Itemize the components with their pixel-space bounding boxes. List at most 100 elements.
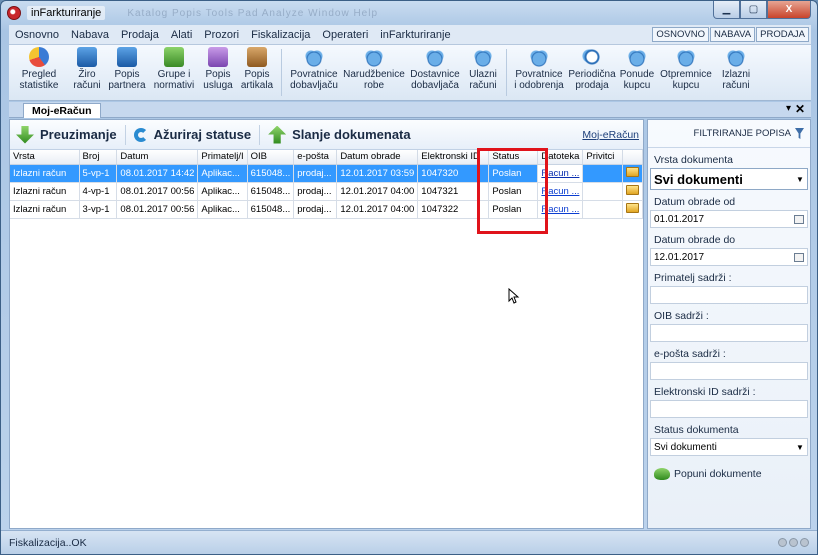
mouse-pointer-icon [508,288,520,304]
eid-label: Elektronski ID sadrži : [654,386,756,398]
ribbon-label: Ulazni [469,69,497,80]
calendar-icon[interactable] [794,214,804,224]
menu-nabava[interactable]: Nabava [65,29,115,41]
status-dokumenta-value: Svi dokumenti [654,441,717,453]
menu-infarkturiranje[interactable]: inFarkturiranje [374,29,456,41]
tab-close-icon[interactable]: ✕ [795,102,805,116]
table-row[interactable]: Izlazni račun 4-vp-1 08.01.2017 00:56 Ap… [10,182,644,201]
cell-actions [622,200,644,219]
ribbon-narudzbenice-robe[interactable]: Narudžbenice robe [342,45,406,100]
email-input[interactable] [650,362,808,380]
refresh-status-button[interactable]: Ažuriraj statuse [128,127,258,142]
col-datoteka[interactable]: Datoteka [537,150,584,165]
file-link[interactable]: Racun ... [537,200,584,219]
ribbon-pregled-statistike[interactable]: Pregled statistike [9,45,69,100]
menu-osnovno[interactable]: Osnovno [9,29,65,41]
datum-od-value: 01.01.2017 [654,213,705,225]
funnel-icon [795,128,804,139]
ribbon-povratnice-odobrenja[interactable]: Povratnice i odobrenja [511,45,567,100]
col-status[interactable]: Status [488,150,539,165]
col-vrsta[interactable]: Vrsta [10,150,80,165]
cell-status: Poslan [488,200,539,219]
ribbon-izlazni-racuni[interactable]: Izlazni računi [715,45,757,100]
col-elektronski-id[interactable]: Elektronski ID [417,150,490,165]
eid-input[interactable] [650,400,808,418]
ribbon-label: Povratnice [290,69,338,80]
app-logo-icon[interactable] [7,6,21,20]
calendar-icon[interactable] [794,252,804,262]
download-label: Preuzimanje [40,127,117,142]
upload-button[interactable]: Slanje dokumenata [262,125,416,144]
download-arrow-icon [16,125,34,144]
open-folder-icon[interactable] [625,184,639,195]
open-folder-icon[interactable] [625,166,639,177]
ribbon-label: partnera [108,80,146,91]
cloud-icon [676,47,696,67]
col-actions[interactable] [622,150,644,165]
col-datum-obrade[interactable]: Datum obrade [336,150,419,165]
datum-do-field[interactable]: 12.01.2017 [650,248,808,266]
menu-prozori[interactable]: Prozori [198,29,245,41]
moj-eracun-link[interactable]: Moj-eRačun [582,129,639,141]
ribbon-ulazni-racuni[interactable]: Ulazni računi [464,45,502,100]
tab-dropdown-icon[interactable]: ▾ [786,103,791,114]
col-datum[interactable]: Datum [116,150,199,165]
indicator-icon [789,538,798,547]
quick-tab-prodaja[interactable]: PRODAJA [756,27,809,42]
ribbon-popis-partnera[interactable]: Popis partnera [105,45,149,100]
primatelj-input[interactable] [650,286,808,304]
groups-icon [164,47,184,67]
maximize-button[interactable]: ▢ [740,1,767,19]
ribbon-grupe-normativi[interactable]: Grupe i normativi [149,45,199,100]
col-privitci[interactable]: Privitci [582,150,623,165]
ribbon-popis-artikala[interactable]: Popis artikala [237,45,277,100]
download-button[interactable]: Preuzimanje [10,125,123,144]
refresh-icon [133,127,148,142]
status-dokumenta-select[interactable]: Svi dokumenti ▼ [650,438,808,456]
ribbon-povratnice-dobavljacu[interactable]: Povratnice dobavljaču [286,45,342,100]
quick-tab-osnovno[interactable]: OSNOVNO [652,27,709,42]
menu-alati[interactable]: Alati [165,29,198,41]
menu-prodaja[interactable]: Prodaja [115,29,165,41]
col-broj[interactable]: Broj [79,150,118,165]
ribbon-popis-usluga[interactable]: Popis usluga [199,45,237,100]
ribbon-ponude-kupcu[interactable]: Ponude kupcu [617,45,657,100]
menu-operateri[interactable]: Operateri [316,29,374,41]
file-link[interactable]: Racun ... [537,164,584,183]
col-primatelj[interactable]: Primatelj/I [197,150,248,165]
vrsta-dokumenta-value: Svi dokumenti [654,171,743,187]
oib-input[interactable] [650,324,808,342]
table-row[interactable]: Izlazni račun 5-vp-1 08.01.2017 14:42 Ap… [10,164,644,183]
close-button[interactable]: X [767,1,811,19]
pie-chart-icon [29,47,49,67]
open-folder-icon[interactable] [625,202,639,213]
ribbon-ziro-racuni[interactable]: Žiro računi [69,45,105,100]
ribbon-label: prodaja [575,80,609,91]
ribbon-label: usluga [203,80,233,91]
ribbon-otpremnice-kupcu[interactable]: Otpremnice kupcu [657,45,715,100]
minimize-button[interactable]: ▁ [713,1,740,19]
cell-privitci [582,200,623,219]
cell-primatelj: Aplikac... [197,164,248,183]
quick-tab-nabava[interactable]: NABAVA [709,27,756,42]
col-eposta[interactable]: e-pošta [293,150,338,165]
fill-documents-button[interactable]: Popuni dokumente [654,468,810,480]
cell-email: prodaj... [293,200,338,219]
menu-fiskalizacija[interactable]: Fiskalizacija [245,29,316,41]
table-row[interactable]: Izlazni račun 3-vp-1 08.01.2017 00:56 Ap… [10,200,644,219]
datum-od-field[interactable]: 01.01.2017 [650,210,808,228]
ribbon-periodicna-prodaja[interactable]: Periodična prodaja [567,45,617,100]
ribbon-label: normativi [153,80,195,91]
ribbon-dostavnice-dobavljaca[interactable]: Dostavnice dobavljača [406,45,464,100]
close-icon: X [785,4,793,15]
ribbon-label: Popis [205,69,231,80]
datum-od-label: Datum obrade od [654,196,736,208]
file-link[interactable]: Racun ... [537,182,584,201]
status-bar: Fiskalizacija..OK [1,530,817,554]
tab-moj-eracun[interactable]: Moj-eRačun [23,103,101,118]
cell-vrsta: Izlazni račun [10,164,80,183]
vrsta-dokumenta-select[interactable]: Svi dokumenti ▼ [650,168,808,190]
ribbon-label: kupcu [672,80,700,91]
col-oib[interactable]: OIB [247,150,295,165]
chevron-down-icon: ▼ [796,442,804,452]
